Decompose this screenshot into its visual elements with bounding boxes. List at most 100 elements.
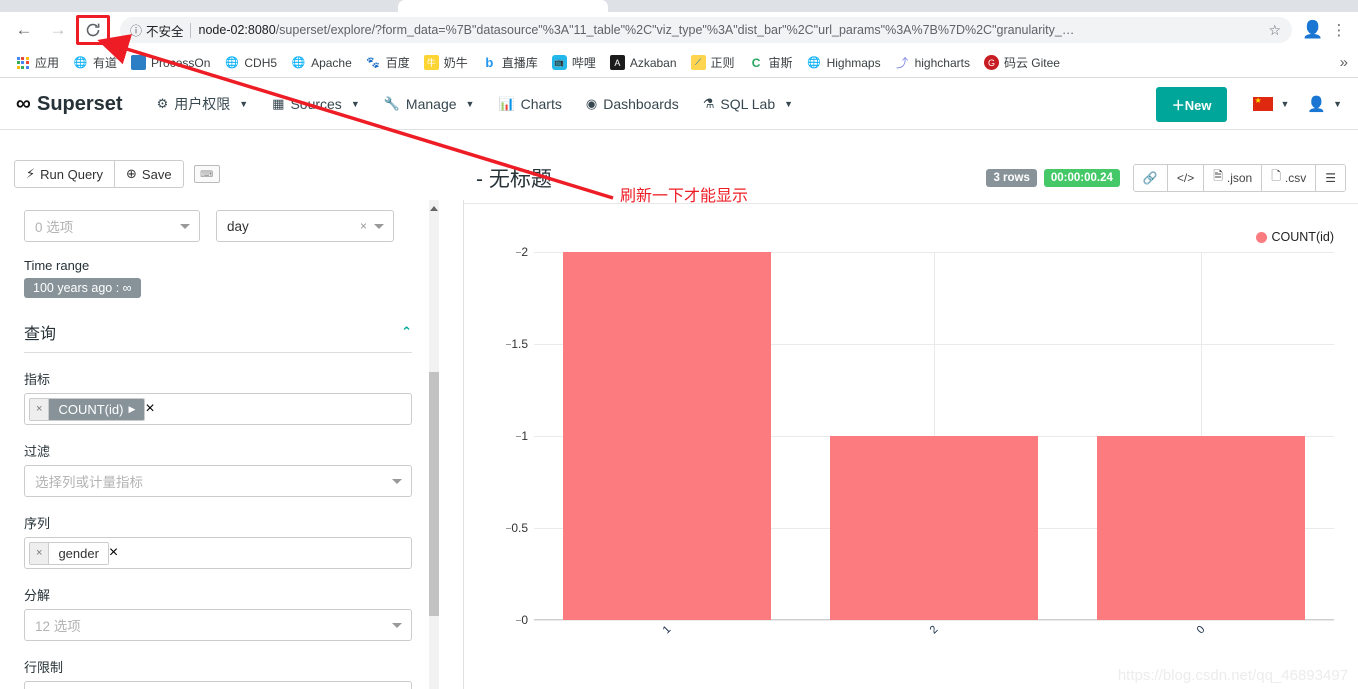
filters-select[interactable]: 选择列或计量指标 bbox=[24, 465, 412, 497]
superset-brand[interactable]: ∞ Superset bbox=[16, 92, 123, 116]
browser-tab[interactable] bbox=[186, 0, 396, 12]
bookmark-cdh5[interactable]: 🌐 CDH5 bbox=[217, 51, 284, 75]
query-section-header[interactable]: 查询 ⌃ bbox=[24, 320, 412, 353]
export-csv-button[interactable]: 🗋 .csv bbox=[1262, 164, 1317, 191]
browser-window: ← → ⓘ 不安全 node-02:8080/superset/explore/… bbox=[0, 0, 1358, 689]
bookmark-apps[interactable]: 应用 bbox=[8, 51, 66, 75]
tab-strip bbox=[0, 0, 1358, 12]
bookmarks-overflow-icon[interactable]: » bbox=[1340, 54, 1348, 71]
chevron-down-icon: ▼ bbox=[465, 99, 475, 109]
series-select[interactable]: × gender × bbox=[24, 537, 412, 569]
back-icon[interactable]: ← bbox=[10, 16, 38, 44]
annotation-text: 刷新一下才能显示 bbox=[620, 188, 749, 205]
profile-icon[interactable]: 👤 bbox=[1300, 17, 1326, 43]
chart-bar[interactable] bbox=[830, 436, 1038, 620]
browser-tab[interactable] bbox=[612, 0, 808, 12]
query-duration-badge: 00:00:00.24 bbox=[1043, 168, 1120, 187]
bookmark-label: ProcessOn bbox=[151, 55, 211, 70]
filters-label: 过滤 bbox=[24, 444, 51, 459]
time-column-select[interactable]: 0 选项 bbox=[24, 210, 200, 242]
user-icon[interactable]: 👤 bbox=[1307, 95, 1326, 113]
clear-icon[interactable]: × bbox=[109, 544, 118, 562]
filters-field: 过滤 选择列或计量指标 bbox=[24, 441, 412, 497]
bookmark-apache[interactable]: 🌐 Apache bbox=[284, 51, 359, 75]
save-button[interactable]: ⊕ Save bbox=[115, 160, 184, 188]
b-icon: b bbox=[485, 55, 494, 70]
chevron-down-icon[interactable]: ▼ bbox=[1333, 99, 1342, 109]
time-range-value[interactable]: 100 years ago : ∞ bbox=[24, 278, 141, 298]
new-button[interactable]: ＋New bbox=[1155, 86, 1228, 122]
kebab-menu-icon[interactable]: ⋮ bbox=[1326, 17, 1352, 43]
chart-legend[interactable]: COUNT(id) bbox=[1255, 230, 1334, 244]
navbar-item-charts[interactable]: 📊 Charts bbox=[486, 79, 573, 129]
clear-icon[interactable]: × bbox=[145, 400, 154, 418]
metric-token[interactable]: × COUNT(id) ▶ bbox=[29, 397, 146, 421]
series-token[interactable]: × gender bbox=[29, 541, 109, 565]
bookmark-baidu[interactable]: 🐾 百度 bbox=[359, 51, 417, 75]
bookmark-label: highcharts bbox=[914, 55, 970, 70]
star-icon[interactable]: ☆ bbox=[1263, 22, 1286, 39]
watermark: https://blog.csdn.net/qq_46893497 bbox=[1117, 667, 1348, 684]
navbar-item-sql-lab[interactable]: ⚗ SQL Lab ▼ bbox=[691, 79, 805, 129]
export-json-button[interactable]: 🗎 .json bbox=[1204, 164, 1263, 191]
bookmark-highcharts[interactable]: ⤴ highcharts bbox=[888, 51, 977, 75]
time-grain-select[interactable]: day × bbox=[216, 210, 394, 242]
table-icon: ▦ bbox=[272, 96, 285, 111]
bookmark-youdao[interactable]: 🌐 有道 bbox=[66, 51, 124, 75]
bookmark-processon[interactable]: ProcessOn bbox=[124, 51, 217, 75]
china-flag-icon[interactable] bbox=[1253, 95, 1274, 111]
url-path: /superset/explore/?form_data=%7B"datasou… bbox=[275, 23, 1075, 37]
chevron-up-icon[interactable]: ⌃ bbox=[401, 324, 412, 340]
brand-label: Superset bbox=[36, 92, 123, 115]
chart-container: COUNT(id) 0 0.5 1 1.5 2 1 2 0 https://blog.csdn… bbox=[464, 204, 1358, 689]
run-query-button[interactable]: ⚡ Run Query bbox=[14, 160, 116, 188]
share-link-button[interactable]: 🔗 bbox=[1133, 164, 1168, 191]
more-menu-button[interactable]: ☰ bbox=[1316, 164, 1345, 191]
chart-title[interactable]: - 无标题 bbox=[476, 163, 552, 193]
browser-tab[interactable] bbox=[812, 0, 992, 12]
keyboard-icon[interactable]: ⌨ bbox=[193, 165, 220, 183]
forward-icon[interactable]: → bbox=[44, 16, 72, 44]
chart-bar[interactable] bbox=[563, 252, 771, 620]
bookmark-label: CDH5 bbox=[244, 55, 278, 70]
address-bar[interactable]: ⓘ 不安全 node-02:8080/superset/explore/?for… bbox=[120, 17, 1292, 43]
chart-title-prefix: - bbox=[476, 167, 483, 191]
navbar-item-sources[interactable]: ▦ Sources ▼ bbox=[260, 79, 372, 129]
metrics-select[interactable]: × COUNT(id) ▶ × bbox=[24, 393, 412, 425]
lightning-icon: ⚡ bbox=[26, 166, 36, 181]
cow-icon: 牛 bbox=[423, 55, 439, 70]
bookmark-highmaps[interactable]: 🌐 Highmaps bbox=[800, 51, 888, 75]
reload-button[interactable] bbox=[76, 15, 110, 45]
bookmark-bilibili[interactable]: 📺 哔哩 bbox=[545, 51, 603, 75]
row-limit-select[interactable]: 1000 × bbox=[24, 681, 412, 689]
bookmark-regex[interactable]: ⟋ 正则 bbox=[684, 51, 742, 75]
navbar-item-manage[interactable]: 🔧 Manage ▼ bbox=[372, 79, 487, 129]
navbar-item-user-permissions[interactable]: ⚙ 用户权限 ▼ bbox=[145, 79, 261, 129]
series-field: 序列 × gender × bbox=[24, 513, 412, 569]
bookmark-gitee[interactable]: G 码云 Gitee bbox=[977, 51, 1067, 75]
bookmark-zhibo[interactable]: b 直播库 bbox=[475, 51, 545, 75]
bookmark-niuniu[interactable]: 牛 奶牛 bbox=[417, 51, 475, 75]
browser-tab-active[interactable] bbox=[398, 0, 608, 12]
chevron-down-icon[interactable]: ▼ bbox=[1280, 99, 1289, 109]
time-range-field: Time range 100 years ago : ∞ bbox=[24, 258, 416, 298]
chart-bar[interactable] bbox=[1097, 436, 1305, 620]
bookmark-azkaban[interactable]: A Azkaban bbox=[603, 51, 684, 75]
bookmark-label: 码云 Gitee bbox=[1003, 56, 1060, 70]
remove-token-icon[interactable]: × bbox=[30, 398, 50, 420]
clear-icon[interactable]: × bbox=[360, 219, 367, 233]
dashboard-icon: ◉ bbox=[585, 96, 598, 111]
url-host: node-02:8080 bbox=[198, 23, 276, 37]
control-panel-scrollbar-thumb[interactable] bbox=[429, 372, 439, 616]
gitee-icon: G bbox=[983, 55, 999, 70]
bookmark-zeus[interactable]: C 宙斯 bbox=[742, 51, 800, 75]
navbar-right-group: ＋New ▼ 👤 ▼ bbox=[1155, 86, 1342, 122]
breakdowns-field: 分解 12 选项 bbox=[24, 585, 412, 641]
remove-token-icon[interactable]: × bbox=[30, 542, 50, 564]
embed-code-button[interactable]: </> bbox=[1167, 164, 1205, 191]
security-label: 不安全 bbox=[146, 24, 184, 39]
scroll-up-icon[interactable] bbox=[430, 206, 438, 211]
navbar-item-dashboards[interactable]: ◉ Dashboards bbox=[574, 79, 691, 129]
breakdowns-select[interactable]: 12 选项 bbox=[24, 609, 412, 641]
info-circle-icon[interactable]: ⓘ bbox=[130, 22, 142, 39]
